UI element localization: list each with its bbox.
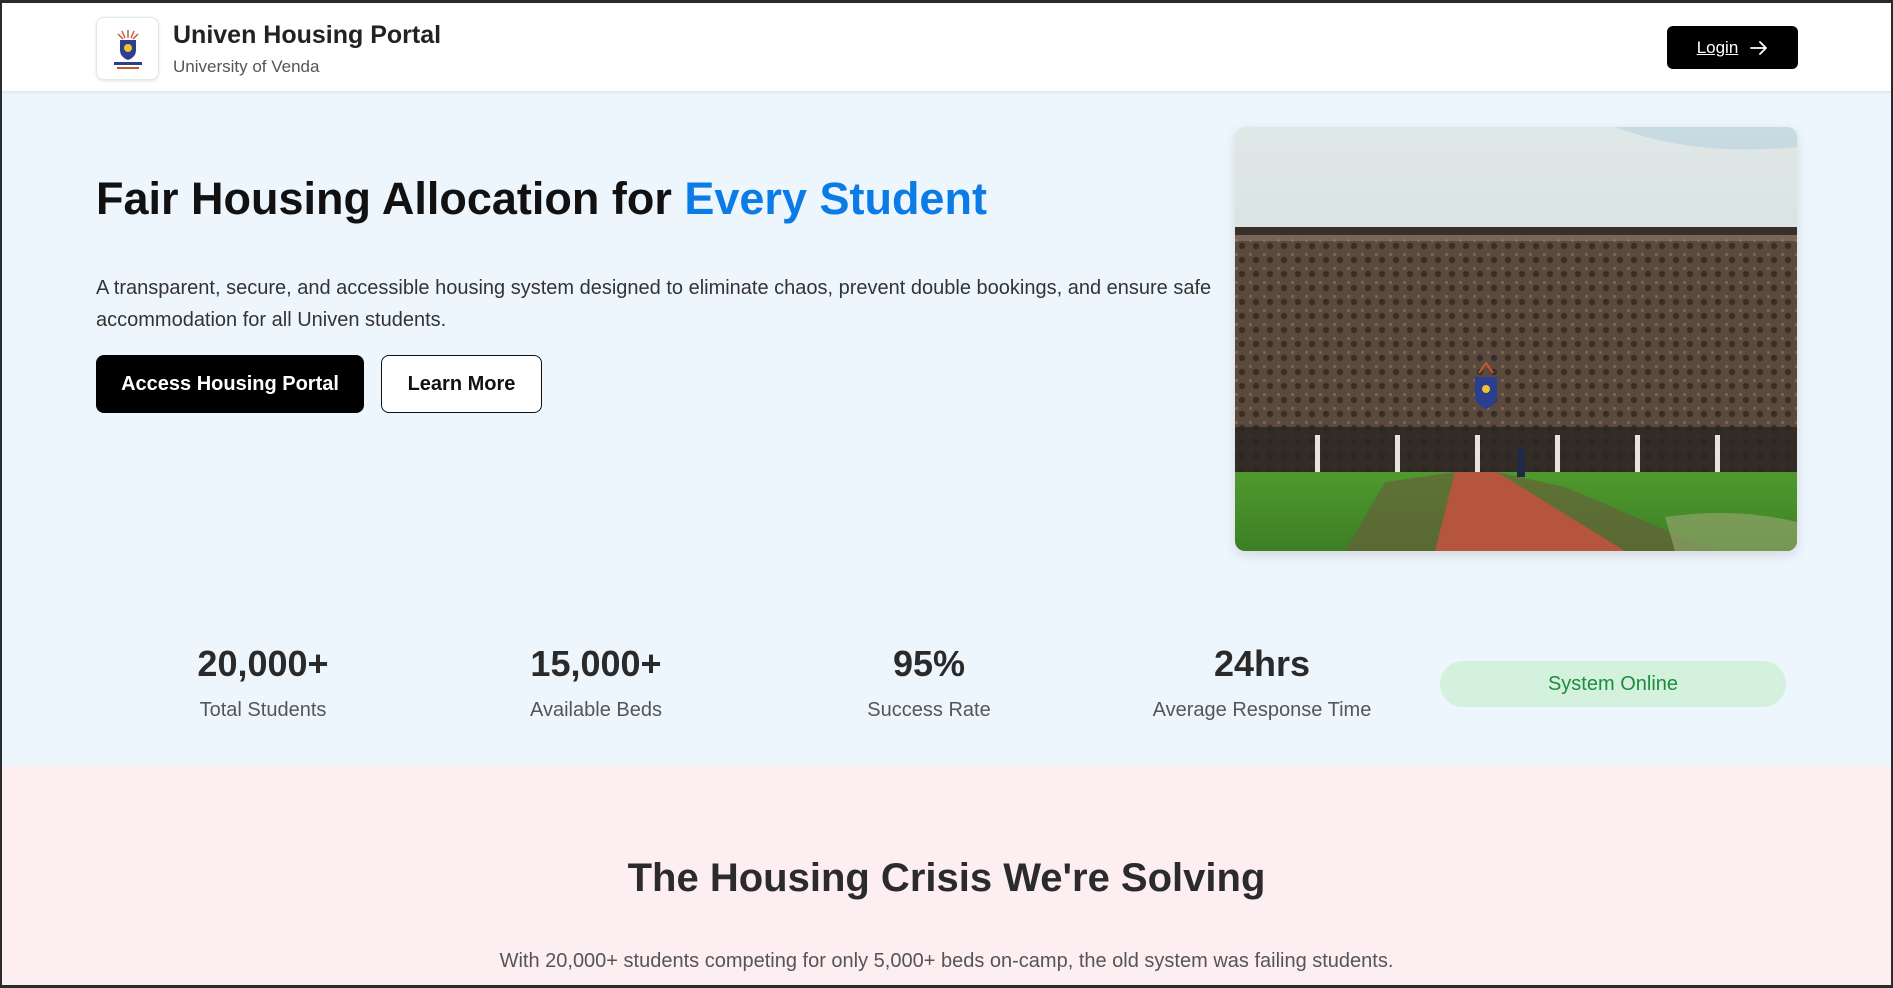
crest-icon [113,29,142,69]
stat-label: Average Response Time [1152,699,1372,721]
access-housing-portal-button[interactable]: Access Housing Portal [96,355,364,413]
crisis-description: With 20,000+ students competing for only… [499,950,1394,972]
hero-title-accent: Every Student [684,173,987,224]
stat-label: Success Rate [867,699,991,721]
login-label: Login [1696,37,1739,57]
stat-total-students: 20,000+ Total Students [113,643,413,722]
hero-title-main: Fair Housing Allocation for [96,173,685,224]
learn-more-button[interactable]: Learn More [381,355,542,413]
top-navbar: Univen Housing Portal University of Vend… [2,3,1891,92]
login-button[interactable]: Login [1667,26,1798,69]
stat-value: 24hrs [1213,643,1311,684]
stat-available-beds: 15,000+ Available Beds [446,643,746,722]
university-logo[interactable] [96,17,159,80]
hero-title: Fair Housing Allocation for Every Studen… [96,173,987,225]
stat-label: Total Students [199,699,327,721]
page: Univen Housing Portal University of Vend… [2,3,1891,985]
portal-title: Univen Housing Portal [173,21,442,49]
stat-response-time: 24hrs Average Response Time [1112,643,1412,722]
stat-value: 15,000+ [530,643,662,684]
stat-success-rate: 95% Success Rate [779,643,1079,722]
stat-value: 95% [892,643,966,684]
crisis-title: The Housing Crisis We're Solving [627,856,1266,900]
stat-value: 20,000+ [197,643,329,684]
arrow-right-icon [1750,40,1768,55]
system-status-badge: System Online [1440,661,1786,707]
stat-label: Available Beds [530,699,662,721]
hero-description: A transparent, secure, and accessible ho… [96,277,1212,331]
crisis-section: The Housing Crisis We're Solving With 20… [2,766,1891,985]
university-name: University of Venda [173,57,320,76]
campus-building-image [1235,127,1797,551]
